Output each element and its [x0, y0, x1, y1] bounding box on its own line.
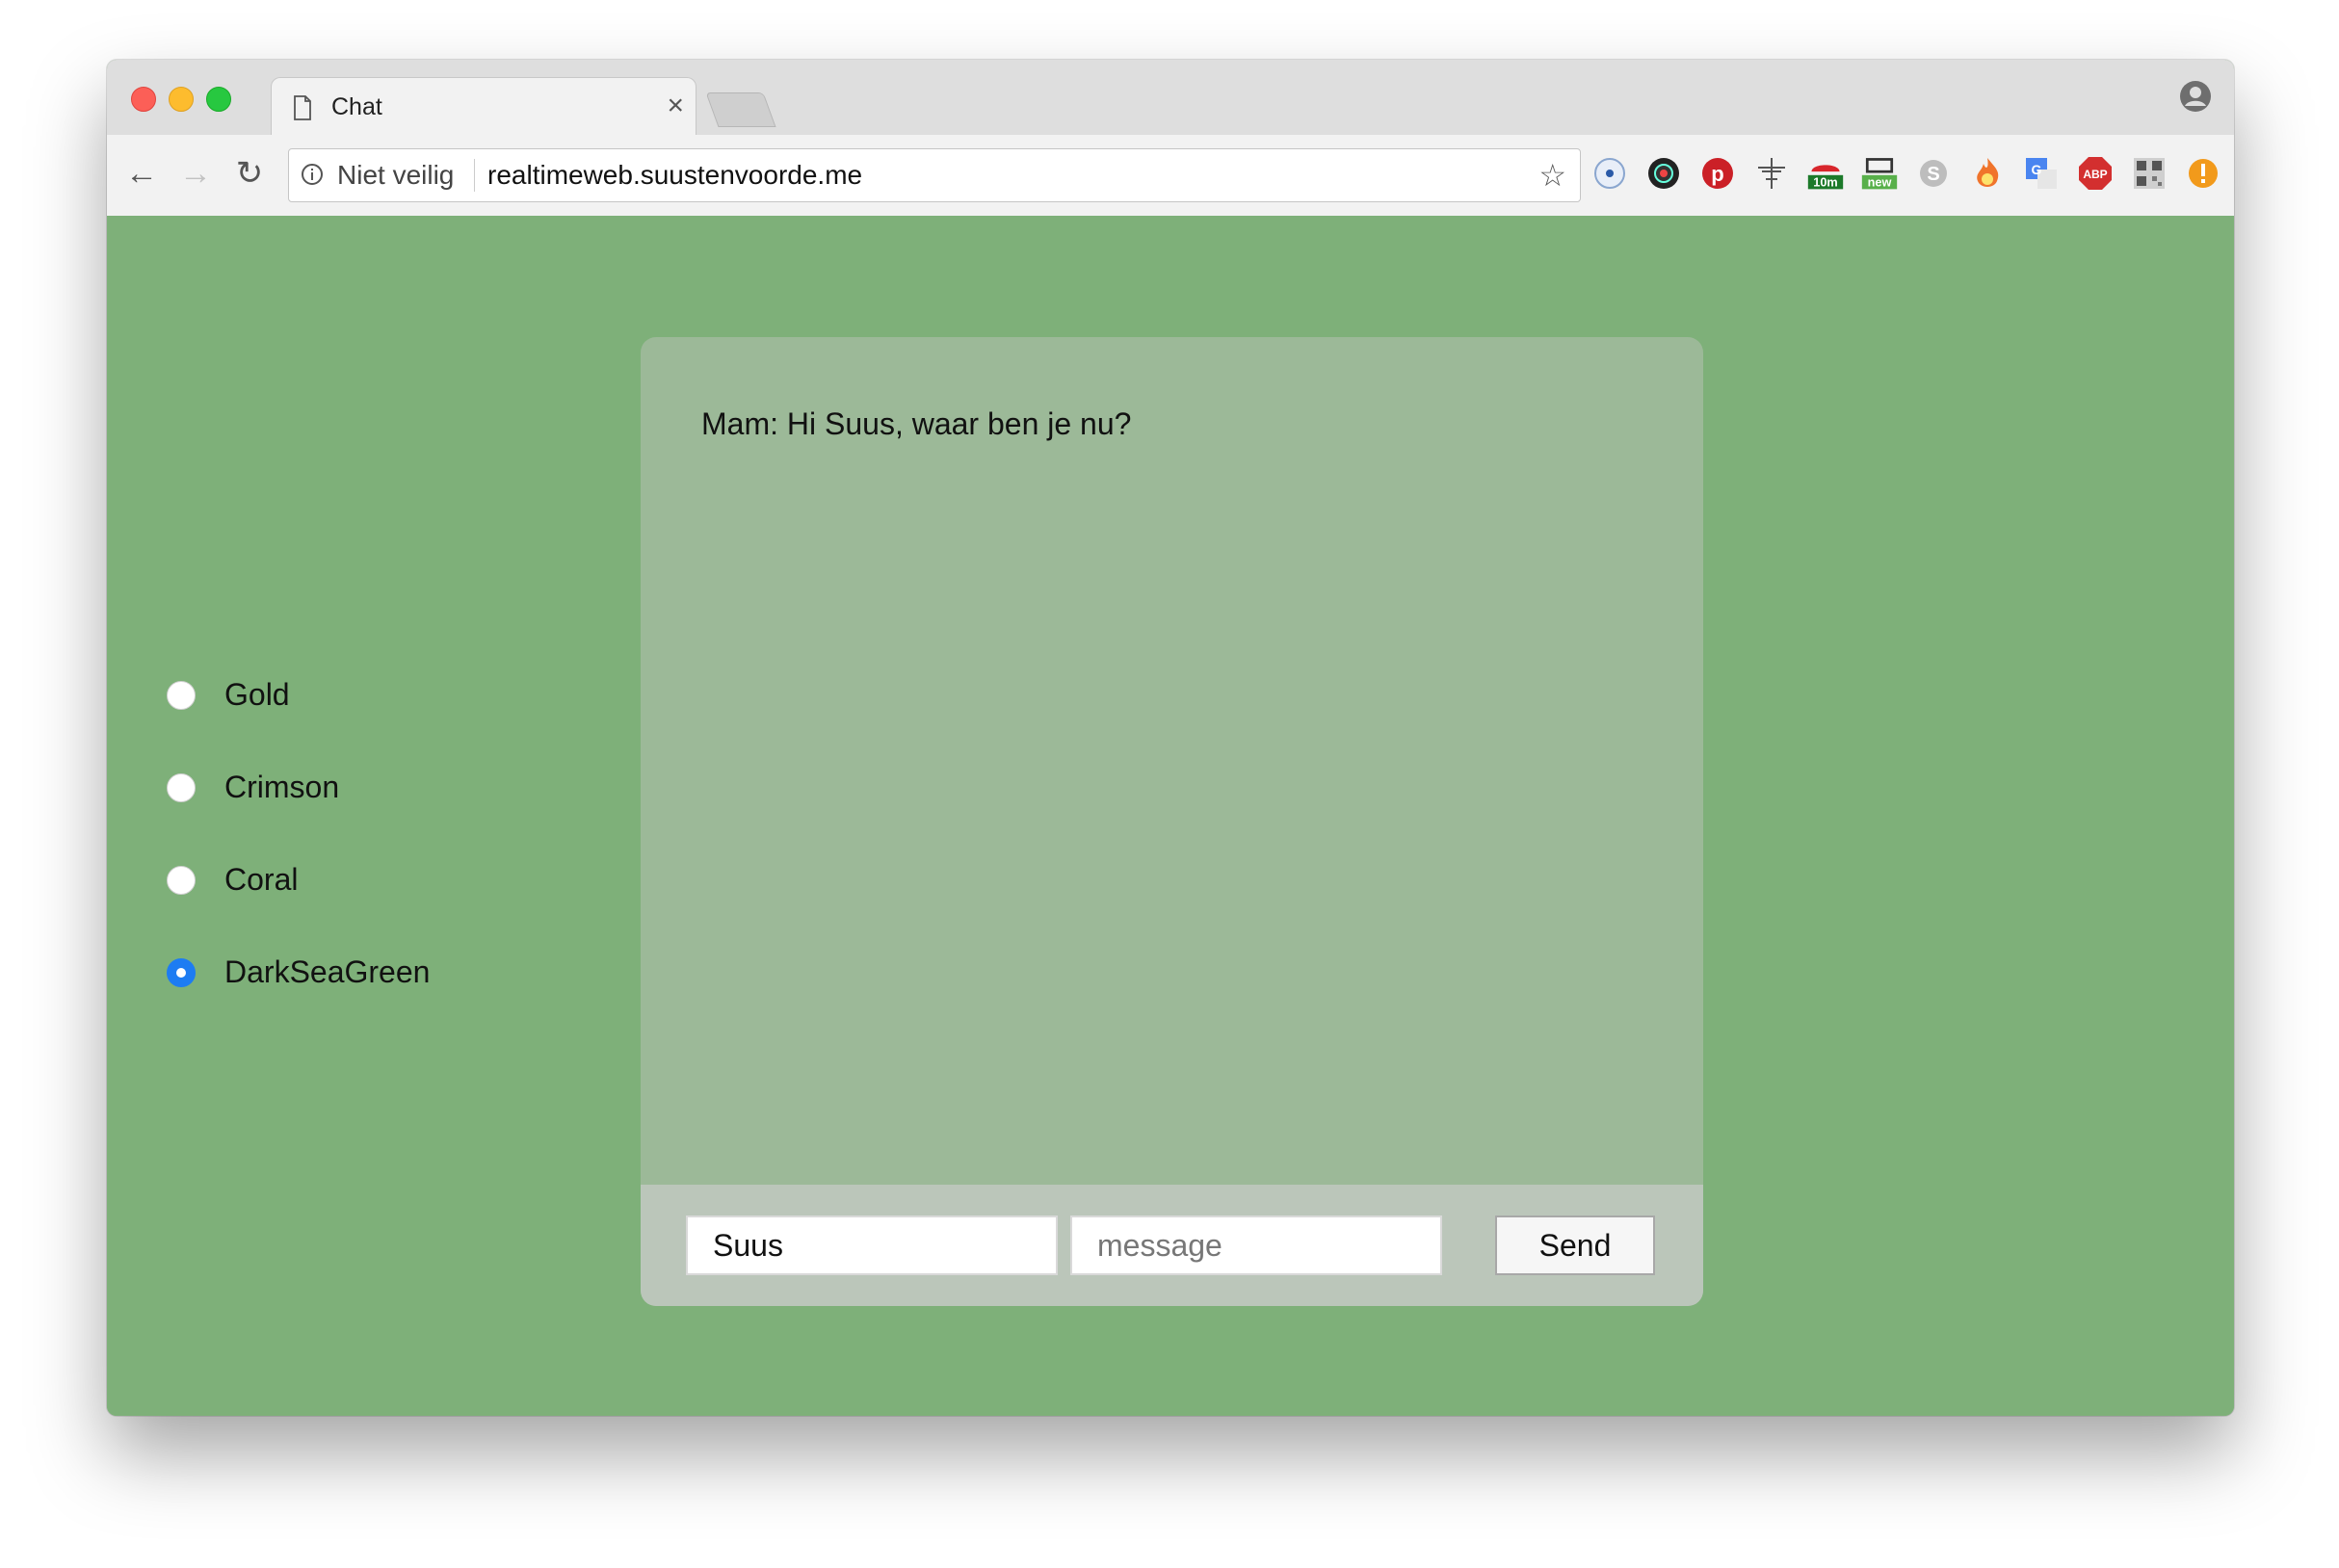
translate-icon[interactable]: G: [2022, 154, 2061, 193]
bookmark-star-icon[interactable]: ☆: [1538, 157, 1566, 194]
svg-text:S: S: [1927, 164, 1939, 185]
radio-option-coral[interactable]: Coral: [167, 858, 552, 904]
alert-ext-icon[interactable]: [2184, 154, 2222, 193]
radio-button[interactable]: [167, 773, 196, 802]
title-bar: Chat ×: [107, 60, 2234, 138]
chat-page: Gold Crimson Coral DarkSeaGreen Mam: Hi …: [107, 216, 2234, 1416]
tab-chat[interactable]: Chat ×: [271, 77, 696, 138]
browser-window: Chat × ← → ↻ Niet veilig realtimeweb.suu…: [107, 60, 2234, 1416]
window-badge-label: new: [1868, 175, 1892, 190]
timer-badge-label: 10m: [1813, 175, 1837, 190]
maximize-window-button[interactable]: [206, 87, 231, 112]
close-window-button[interactable]: [131, 87, 156, 112]
adblock-icon[interactable]: ABP: [2076, 154, 2115, 193]
radio-label[interactable]: DarkSeaGreen: [224, 954, 430, 990]
skype-icon[interactable]: S: [1914, 154, 1953, 193]
page-icon: [294, 95, 311, 120]
message-input[interactable]: [1070, 1215, 1442, 1275]
radio-button[interactable]: [167, 681, 196, 710]
close-tab-icon[interactable]: ×: [667, 90, 684, 122]
fire-ext-icon[interactable]: [1968, 154, 2007, 193]
send-button[interactable]: Send: [1495, 1215, 1655, 1275]
omnibox-divider: [474, 159, 475, 192]
radio-label[interactable]: Crimson: [224, 770, 339, 805]
svg-text:G: G: [2032, 162, 2042, 177]
qr-code-icon[interactable]: [2130, 154, 2168, 193]
back-arrow-icon[interactable]: ←: [122, 154, 161, 193]
adblock-label: ABP: [2083, 168, 2107, 181]
radio-label[interactable]: Coral: [224, 862, 298, 898]
radio-label[interactable]: Gold: [224, 677, 290, 713]
forward-arrow-icon[interactable]: →: [176, 154, 215, 193]
name-input[interactable]: [686, 1215, 1058, 1275]
camera-ext-icon[interactable]: [1644, 154, 1683, 193]
url-text[interactable]: realtimeweb.suustenvoorde.me: [487, 160, 862, 191]
window-ext-icon[interactable]: new: [1860, 154, 1899, 193]
radio-button-selected[interactable]: [167, 958, 196, 987]
info-icon[interactable]: [301, 163, 324, 186]
new-tab-button[interactable]: [705, 92, 776, 127]
radio-option-crimson[interactable]: Crimson: [167, 766, 552, 812]
browser-toolbar: ← → ↻ Niet veilig realtimeweb.suustenvoo…: [107, 135, 2234, 217]
minimize-window-button[interactable]: [169, 87, 194, 112]
chat-message: Mam: Hi Suus, waar ben je nu?: [701, 406, 1132, 441]
chat-panel: Mam: Hi Suus, waar ben je nu? Send: [641, 337, 1703, 1306]
timer-ext-icon[interactable]: 10m: [1806, 154, 1845, 193]
svg-text:p: p: [1711, 162, 1723, 186]
circle-ext-icon[interactable]: [1590, 154, 1629, 193]
chat-composer: Send: [641, 1185, 1703, 1306]
profile-icon[interactable]: [2178, 79, 2213, 114]
security-label[interactable]: Niet veilig: [337, 160, 454, 191]
tab-title: Chat: [331, 93, 382, 120]
pinterest-icon[interactable]: p: [1698, 154, 1737, 193]
radio-option-gold[interactable]: Gold: [167, 673, 552, 719]
radio-option-darkseagreen[interactable]: DarkSeaGreen: [167, 951, 552, 997]
radio-button[interactable]: [167, 866, 196, 895]
move-cursor-icon[interactable]: [1752, 154, 1791, 193]
address-bar[interactable]: Niet veilig realtimeweb.suustenvoorde.me…: [288, 148, 1581, 202]
reload-icon[interactable]: ↻: [230, 154, 269, 193]
